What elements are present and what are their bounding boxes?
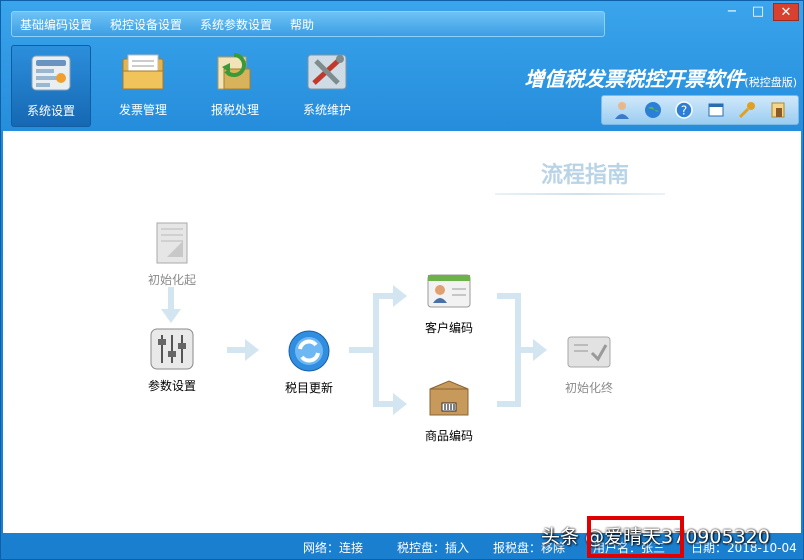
toolbar-invoice-management[interactable]: 发票管理	[103, 45, 183, 127]
help-icon[interactable]: ?	[673, 99, 695, 121]
node-label: 参数设置	[148, 379, 197, 393]
window-icon[interactable]	[705, 99, 727, 121]
globe-icon[interactable]	[642, 99, 664, 121]
menu-bar: 基础编码设置 税控设备设置 系统参数设置 帮助	[11, 11, 605, 37]
app-title-sub: (税控盘版)	[744, 76, 797, 89]
document-icon	[156, 222, 188, 264]
arrow-down-head	[161, 309, 181, 323]
toolbar-tax-reporting[interactable]: 报税处理	[195, 45, 275, 127]
guide-panel: 流程指南 初始化起 参数设置 税目更新 客户编码 商品编码 初始化终	[3, 131, 801, 533]
app-title-main: 增值税发票税控开票软件	[524, 67, 745, 91]
exit-icon[interactable]	[767, 99, 789, 121]
toolbar-label: 系统维护	[302, 103, 351, 117]
flow-node-product[interactable]: 商品编码	[425, 377, 473, 444]
toolbar-system-settings[interactable]: 系统设置	[11, 45, 91, 127]
node-label: 客户编码	[425, 321, 474, 335]
settings-panel-icon	[31, 55, 71, 91]
bracket-stem	[349, 347, 377, 353]
menu-help[interactable]: 帮助	[290, 16, 314, 33]
sliders-icon	[150, 328, 194, 370]
toolbar-system-maintenance[interactable]: 系统维护	[287, 45, 367, 127]
node-label: 初始化终	[565, 381, 614, 395]
arrow-down	[168, 287, 174, 311]
toolbar-label: 报税处理	[210, 103, 259, 117]
arrow-params-tax	[227, 347, 247, 353]
menu-device-settings[interactable]: 税控设备设置	[110, 16, 182, 33]
user-icon[interactable]	[611, 99, 633, 121]
tax-report-icon	[217, 53, 251, 90]
flow-node-init-end[interactable]: 初始化终	[565, 329, 613, 396]
toolbar-label: 系统设置	[26, 104, 75, 118]
invoice-folder-icon	[122, 54, 164, 90]
flow-node-customer[interactable]: 客户编码	[425, 269, 473, 336]
minimize-button[interactable]: −	[721, 3, 743, 21]
join-bottom	[497, 401, 519, 407]
join-stem-head	[533, 339, 547, 361]
flow-node-params[interactable]: 参数设置	[148, 327, 196, 394]
toolbar-label: 发票管理	[118, 103, 167, 117]
contact-card-icon	[427, 274, 471, 308]
quick-access-bar: ?	[601, 95, 799, 125]
status-control-disk: 税控盘：插入	[397, 541, 470, 555]
bracket-bottom-head	[393, 393, 407, 415]
flow-node-init-start[interactable]: 初始化起	[148, 221, 196, 288]
main-toolbar: 系统设置 发票管理 报税处理 系统维护	[11, 45, 379, 127]
bracket-top	[373, 293, 395, 299]
status-network: 网络：连接	[303, 541, 364, 555]
product-box-icon	[429, 380, 469, 416]
refresh-icon	[288, 330, 330, 372]
arrow-params-tax-head	[245, 339, 259, 361]
maintenance-tools-icon	[307, 54, 347, 90]
join-stem	[515, 347, 535, 353]
bracket-bottom	[373, 401, 395, 407]
flow-arrows	[161, 285, 547, 415]
check-panel-icon	[567, 336, 611, 368]
app-window: 基础编码设置 税控设备设置 系统参数设置 帮助 − □ ✕ 系统设置 发票管理 …	[0, 0, 804, 560]
bracket-vertical	[373, 293, 379, 407]
window-controls: − □ ✕	[717, 3, 799, 21]
app-title: 增值税发票税控开票软件(税控盘版)	[524, 63, 797, 92]
menu-basic-coding[interactable]: 基础编码设置	[20, 16, 92, 33]
flow-node-tax-update[interactable]: 税目更新	[285, 329, 333, 396]
node-label: 税目更新	[285, 381, 334, 395]
bracket-top-head	[393, 285, 407, 307]
maximize-button[interactable]: □	[747, 3, 769, 21]
close-button[interactable]: ✕	[773, 3, 799, 21]
menu-system-params[interactable]: 系统参数设置	[200, 16, 272, 33]
svg-text:?: ?	[681, 104, 687, 118]
highlight-box	[587, 516, 684, 558]
key-icon[interactable]	[736, 99, 758, 121]
node-label: 初始化起	[148, 273, 197, 287]
node-label: 商品编码	[425, 429, 474, 443]
